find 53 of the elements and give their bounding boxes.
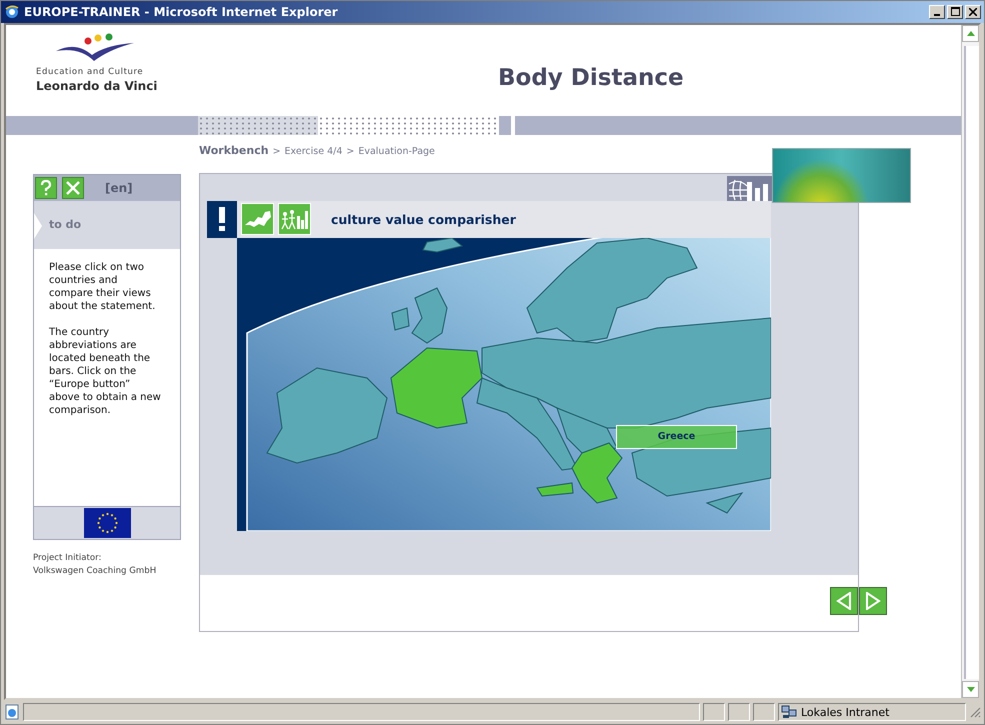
previous-button[interactable] bbox=[830, 586, 858, 615]
instruction-text: Please click on two countries and compare their views about the statement. bbox=[49, 260, 156, 313]
eu-flag-icon bbox=[84, 508, 130, 538]
instruction-text: The country abbreviations are located beneath the bars. Click on the “Europe button” above to obtain a new comparison. bbox=[49, 326, 161, 417]
people-chart-icon bbox=[280, 208, 308, 230]
up-arrow-icon bbox=[966, 30, 974, 36]
breadcrumb-separator: > bbox=[272, 146, 281, 157]
help-button[interactable] bbox=[35, 176, 57, 199]
europe-map-button[interactable] bbox=[241, 203, 274, 236]
close-icon bbox=[969, 8, 977, 16]
exclamation-icon bbox=[218, 207, 226, 232]
resize-grip-icon[interactable] bbox=[969, 706, 981, 718]
breadcrumb-item: Workbench bbox=[199, 144, 269, 157]
breadcrumb-item: Evaluation-Page bbox=[358, 146, 435, 157]
logo-icon bbox=[54, 32, 136, 63]
next-button[interactable] bbox=[859, 586, 887, 615]
status-pane bbox=[703, 703, 725, 722]
page-icon bbox=[4, 704, 20, 720]
left-triangle-icon bbox=[836, 592, 852, 610]
minimize-button[interactable] bbox=[929, 4, 945, 19]
close-icon bbox=[66, 180, 80, 195]
scrollbar[interactable] bbox=[961, 24, 979, 698]
notch-marker bbox=[34, 212, 42, 239]
people-chart-button[interactable] bbox=[278, 203, 311, 236]
close-exercise-button[interactable] bbox=[62, 176, 84, 199]
maximize-icon bbox=[950, 7, 960, 16]
breadcrumb-item: Exercise 4/4 bbox=[284, 146, 342, 157]
header-band bbox=[499, 116, 511, 135]
exercise-title: culture value comparisher bbox=[331, 212, 516, 227]
scroll-up-button[interactable] bbox=[962, 24, 979, 42]
close-button[interactable] bbox=[965, 4, 981, 19]
network-icon bbox=[781, 705, 797, 720]
credit-text: Project Initiator: bbox=[33, 552, 102, 565]
page-title: Body Distance bbox=[498, 64, 684, 93]
logo-caption: Education and Culture bbox=[36, 66, 144, 77]
right-triangle-icon bbox=[865, 592, 881, 610]
maximize-button[interactable] bbox=[947, 4, 963, 19]
help-icon bbox=[39, 180, 53, 196]
credit-text: Volkswagen Coaching GmbH bbox=[33, 564, 158, 578]
country-label: Greece bbox=[616, 424, 737, 449]
breadcrumb-separator: > bbox=[346, 146, 354, 157]
window-title: EUROPE-TRAINER - Microsoft Internet Explorer bbox=[24, 4, 339, 19]
language-label: [en] bbox=[105, 180, 133, 195]
down-arrow-icon bbox=[966, 687, 974, 692]
security-zone-label: Lokales Intranet bbox=[801, 706, 890, 719]
logo-title: Leonardo da Vinci bbox=[36, 78, 158, 93]
globe-chart-icon[interactable] bbox=[727, 176, 772, 201]
browser-icon bbox=[4, 4, 20, 20]
section-title: to do bbox=[49, 218, 82, 232]
status-pane bbox=[728, 703, 750, 722]
status-pane bbox=[753, 703, 775, 722]
minimize-icon bbox=[934, 14, 940, 16]
scroll-down-button[interactable] bbox=[962, 681, 979, 698]
